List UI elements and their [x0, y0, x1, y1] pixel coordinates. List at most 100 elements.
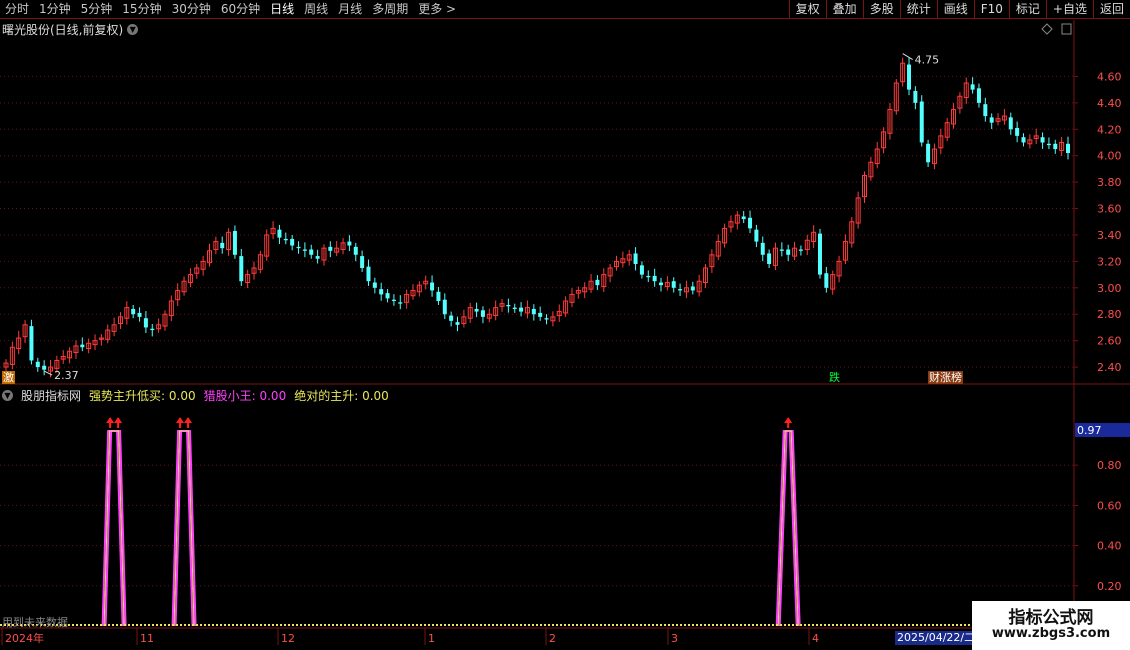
- candle-body: [989, 117, 994, 123]
- price-tick-label: 4.60: [1097, 70, 1122, 83]
- candle-body: [1040, 137, 1045, 143]
- candle-body: [302, 249, 307, 251]
- candle-body: [137, 312, 142, 317]
- candle-body: [150, 328, 155, 331]
- candle-body: [372, 282, 377, 288]
- candle-body: [296, 246, 301, 249]
- future-data-note: 用到未来数据: [2, 616, 68, 629]
- time-axis-label: 2: [549, 632, 556, 645]
- low-price-label: 2.37: [54, 369, 78, 382]
- candle-body: [353, 246, 358, 255]
- price-tick-label: 3.20: [1097, 255, 1122, 268]
- indicator-tick-label: 0.80: [1097, 459, 1122, 472]
- candle-body: [360, 256, 365, 268]
- candle-body: [143, 318, 148, 328]
- candle-body: [347, 241, 352, 246]
- time-axis-label: 2024年: [5, 631, 44, 645]
- candle-body: [449, 315, 454, 321]
- current-value-label: 0.97: [1077, 424, 1102, 437]
- price-tick-label: 2.40: [1097, 361, 1122, 374]
- candle-body: [983, 104, 988, 117]
- candle-body: [1021, 137, 1026, 143]
- candle-body: [430, 282, 435, 291]
- price-tick-label: 3.80: [1097, 176, 1122, 189]
- watermark: 指标公式网 www.zbgs3.com: [972, 601, 1130, 650]
- candle-body: [786, 249, 791, 255]
- candle-body: [798, 249, 803, 251]
- candle-body: [283, 238, 288, 241]
- high-pointer: [902, 53, 913, 61]
- candle-body: [970, 84, 975, 90]
- time-axis-label: 3: [671, 632, 678, 645]
- candle-body: [817, 233, 822, 275]
- candle-body: [754, 229, 759, 242]
- high-price-label: 4.75: [915, 54, 940, 67]
- candle-body: [131, 308, 136, 315]
- candle-body: [239, 256, 244, 282]
- candle-body: [1015, 127, 1020, 136]
- candle-body: [1066, 143, 1070, 154]
- candle-body: [595, 279, 600, 286]
- candle-body: [639, 265, 644, 275]
- price-tick-label: 4.40: [1097, 97, 1122, 110]
- candle-body: [379, 289, 384, 295]
- candle-body: [919, 101, 924, 143]
- candle-body: [328, 246, 333, 251]
- candle-body: [315, 256, 320, 259]
- candle-body: [29, 326, 34, 361]
- candle-body: [544, 318, 549, 320]
- candle-body: [767, 253, 772, 265]
- candle-body: [455, 322, 460, 325]
- candle-body: [519, 307, 524, 312]
- candle-body: [290, 238, 295, 246]
- indicator-tick-label: 0.40: [1097, 540, 1122, 553]
- candle-body: [366, 266, 371, 282]
- candle-body: [232, 230, 237, 255]
- candle-body: [512, 307, 517, 309]
- candle-body: [474, 308, 479, 312]
- candle-body: [506, 304, 511, 307]
- candle-body: [779, 249, 784, 251]
- candle-body: [531, 308, 536, 315]
- candle-body: [633, 253, 638, 265]
- price-tick-label: 3.40: [1097, 229, 1122, 242]
- price-tick-label: 4.00: [1097, 150, 1122, 163]
- price-tick-label: 3.60: [1097, 203, 1122, 216]
- candle-body: [391, 299, 396, 302]
- candle-body: [741, 216, 746, 220]
- time-axis-label: 11: [140, 632, 154, 645]
- time-axis-label: 12: [281, 632, 295, 645]
- candle-body: [1046, 143, 1051, 146]
- candle-body: [760, 242, 765, 255]
- candle-body: [748, 217, 753, 229]
- chart-canvas[interactable]: 4.60 4.40 4.20 4.00 3.80 3.60 3.40 3.20 3.00 2.80…: [0, 0, 1130, 650]
- candle-body: [1008, 117, 1013, 130]
- candle-body: [80, 344, 85, 348]
- candle-body: [309, 249, 314, 255]
- candle-body: [976, 88, 981, 103]
- price-tick-label: 2.80: [1097, 308, 1122, 321]
- candle-body: [690, 286, 695, 291]
- time-axis-label: 1: [428, 632, 435, 645]
- candle-body: [646, 275, 651, 278]
- candle-body: [671, 281, 676, 288]
- candle-body: [42, 365, 47, 370]
- candle-body: [480, 310, 485, 317]
- price-tick-label: 2.60: [1097, 335, 1122, 348]
- price-tick-label: 4.20: [1097, 123, 1122, 136]
- selected-date: 2025/04/22/二: [895, 631, 978, 645]
- candle-body: [220, 242, 225, 249]
- panel-toggle-icon: [1061, 23, 1072, 35]
- candle-body: [277, 229, 282, 238]
- candle-body: [398, 302, 403, 304]
- candle-body: [824, 273, 829, 288]
- indicator-tick-label: 0.60: [1097, 499, 1122, 512]
- candle-body: [538, 312, 543, 317]
- diamond-icon: [1041, 23, 1053, 35]
- candle-body: [442, 299, 447, 315]
- candle-body: [659, 282, 664, 286]
- watermark-title: 指标公式网: [1008, 608, 1094, 628]
- signal-tag-right: 财涨榜: [928, 371, 963, 384]
- indicator-tick-label: 0.20: [1097, 580, 1122, 593]
- candle-body: [436, 291, 441, 302]
